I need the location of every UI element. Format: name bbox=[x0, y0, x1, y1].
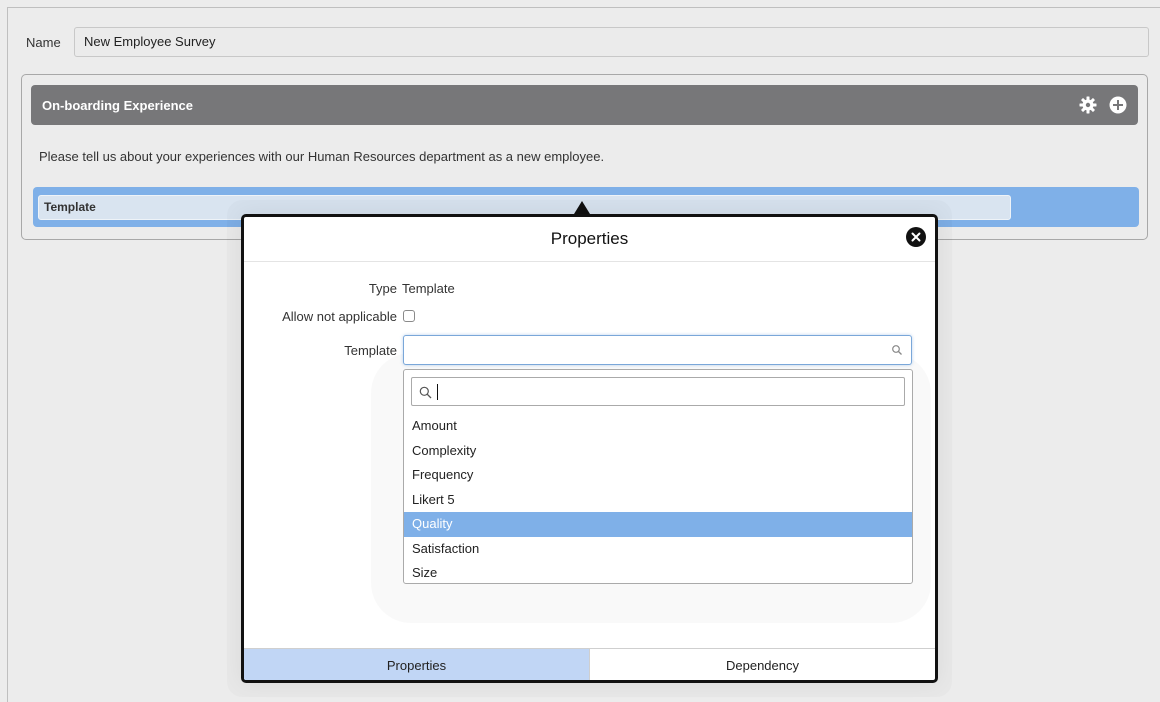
dropdown-option[interactable]: Complexity bbox=[404, 439, 912, 464]
section-title: On-boarding Experience bbox=[42, 98, 193, 113]
section-header[interactable]: On-boarding Experience bbox=[31, 85, 1138, 125]
dropdown-option[interactable]: Size bbox=[404, 561, 912, 586]
name-label: Name bbox=[26, 35, 61, 50]
properties-popover: Properties Type Template Allow not appli… bbox=[241, 214, 938, 683]
dropdown-search-input[interactable] bbox=[411, 377, 905, 406]
popover-header: Properties bbox=[244, 217, 935, 262]
type-label: Type bbox=[368, 281, 397, 296]
tab-properties[interactable]: Properties bbox=[244, 649, 589, 680]
text-cursor bbox=[437, 384, 438, 400]
dropdown-option[interactable]: Frequency bbox=[404, 463, 912, 488]
template-select[interactable] bbox=[403, 335, 912, 365]
gear-icon[interactable] bbox=[1078, 95, 1098, 115]
dropdown-option[interactable]: Satisfaction bbox=[404, 537, 912, 562]
template-dropdown: Amount Complexity Frequency Likert 5 Quality… bbox=[403, 369, 913, 584]
allow-na-label: Allow not applicable bbox=[282, 309, 397, 324]
popover-arrow bbox=[574, 201, 590, 214]
template-label: Template bbox=[344, 343, 397, 358]
dropdown-option[interactable]: Likert 5 bbox=[404, 488, 912, 513]
section-description: Please tell us about your experiences wi… bbox=[39, 149, 605, 164]
search-icon bbox=[891, 344, 903, 356]
close-icon[interactable] bbox=[906, 227, 926, 247]
allow-na-checkbox[interactable] bbox=[403, 310, 415, 322]
search-icon bbox=[419, 386, 432, 399]
tab-dependency[interactable]: Dependency bbox=[589, 649, 935, 680]
add-circle-icon[interactable] bbox=[1108, 95, 1128, 115]
popover-title: Properties bbox=[550, 229, 629, 248]
name-input[interactable]: New Employee Survey bbox=[74, 27, 1149, 57]
type-value: Template bbox=[402, 281, 455, 296]
dropdown-options: Amount Complexity Frequency Likert 5 Quality… bbox=[404, 414, 912, 586]
dropdown-option[interactable]: Amount bbox=[404, 414, 912, 439]
popover-tabs: Properties Dependency bbox=[244, 648, 935, 680]
dropdown-option[interactable]: Quality bbox=[404, 512, 912, 537]
